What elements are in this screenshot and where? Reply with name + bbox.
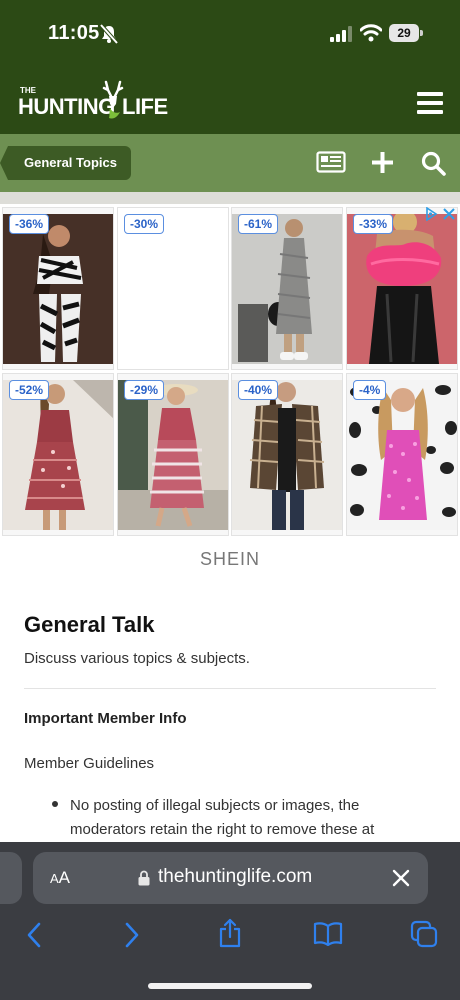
back-chevron-icon[interactable]: [26, 922, 42, 948]
text-size-button[interactable]: AA: [50, 868, 70, 888]
header-divider: [0, 192, 460, 204]
search-icon[interactable]: [421, 151, 446, 176]
wifi-icon: [360, 24, 382, 42]
discount-badge: -29%: [124, 380, 165, 400]
forward-chevron-icon[interactable]: [124, 922, 140, 948]
tabs-icon[interactable]: [410, 920, 438, 948]
product-image: [232, 380, 342, 530]
share-icon[interactable]: [218, 918, 242, 948]
ad-brand-label[interactable]: SHEIN: [0, 549, 460, 570]
shein-ad-grid[interactable]: -36% -30% -61% -33% -52% -29% -40% -4%: [2, 207, 458, 537]
discount-badge: -36%: [9, 214, 50, 234]
bell-muted-icon: [100, 24, 118, 44]
ad-product-card[interactable]: -40%: [231, 373, 343, 536]
ad-product-card[interactable]: -30%: [117, 207, 229, 370]
status-time: 11:05: [48, 22, 100, 44]
text-size-big: A: [58, 868, 71, 887]
guideline-item: No posting of illegal subjects or images…: [70, 797, 375, 838]
ad-product-card[interactable]: -52%: [2, 373, 114, 536]
ad-product-card[interactable]: -33%: [346, 207, 458, 370]
cell-signal-icon: [330, 26, 352, 42]
status-bar: 11:05 29: [0, 0, 460, 64]
discount-badge: -4%: [353, 380, 387, 400]
ad-product-card[interactable]: -4%: [346, 373, 458, 536]
previous-tab-preview[interactable]: [0, 852, 22, 904]
site-header: THE HUNTING LIFE: [0, 64, 460, 134]
member-guidelines-label: Member Guidelines: [24, 755, 155, 772]
bullet-icon: [52, 801, 58, 807]
breadcrumb-general-topics[interactable]: General Topics: [0, 146, 131, 180]
product-image: [118, 380, 228, 530]
discount-badge: -40%: [238, 380, 279, 400]
logo-life: LIFE: [122, 94, 168, 119]
text-size-small: A: [50, 871, 59, 886]
member-info-heading: Important Member Info: [24, 710, 187, 727]
product-image: [232, 214, 342, 364]
hamburger-menu-icon[interactable]: [417, 92, 443, 114]
battery-icon: 29: [389, 24, 423, 42]
home-indicator[interactable]: [148, 983, 312, 989]
ad-product-card[interactable]: -36%: [2, 207, 114, 370]
ad-product-card[interactable]: -29%: [117, 373, 229, 536]
product-image: [347, 214, 457, 364]
lock-icon: [138, 870, 150, 886]
battery-level: 29: [389, 24, 419, 42]
adchoices-icon[interactable]: [425, 207, 457, 221]
product-image: [3, 380, 113, 530]
close-icon[interactable]: [392, 869, 410, 887]
bookmarks-icon[interactable]: [313, 922, 343, 946]
new-post-plus-icon[interactable]: [372, 152, 393, 173]
news-feed-icon[interactable]: [316, 151, 346, 173]
discount-badge: -52%: [9, 380, 50, 400]
site-logo[interactable]: THE HUNTING LIFE: [18, 78, 168, 126]
discount-badge: -61%: [238, 214, 279, 234]
forum-title: General Talk: [24, 612, 155, 637]
product-image: [3, 214, 113, 364]
discount-badge: -33%: [353, 214, 394, 234]
discount-badge: -30%: [124, 214, 165, 234]
url-text[interactable]: thehuntinglife.com: [158, 866, 312, 888]
section-divider: [24, 688, 436, 689]
ad-product-card[interactable]: -61%: [231, 207, 343, 370]
product-image: [347, 380, 457, 530]
forum-description: Discuss various topics & subjects.: [24, 650, 250, 667]
